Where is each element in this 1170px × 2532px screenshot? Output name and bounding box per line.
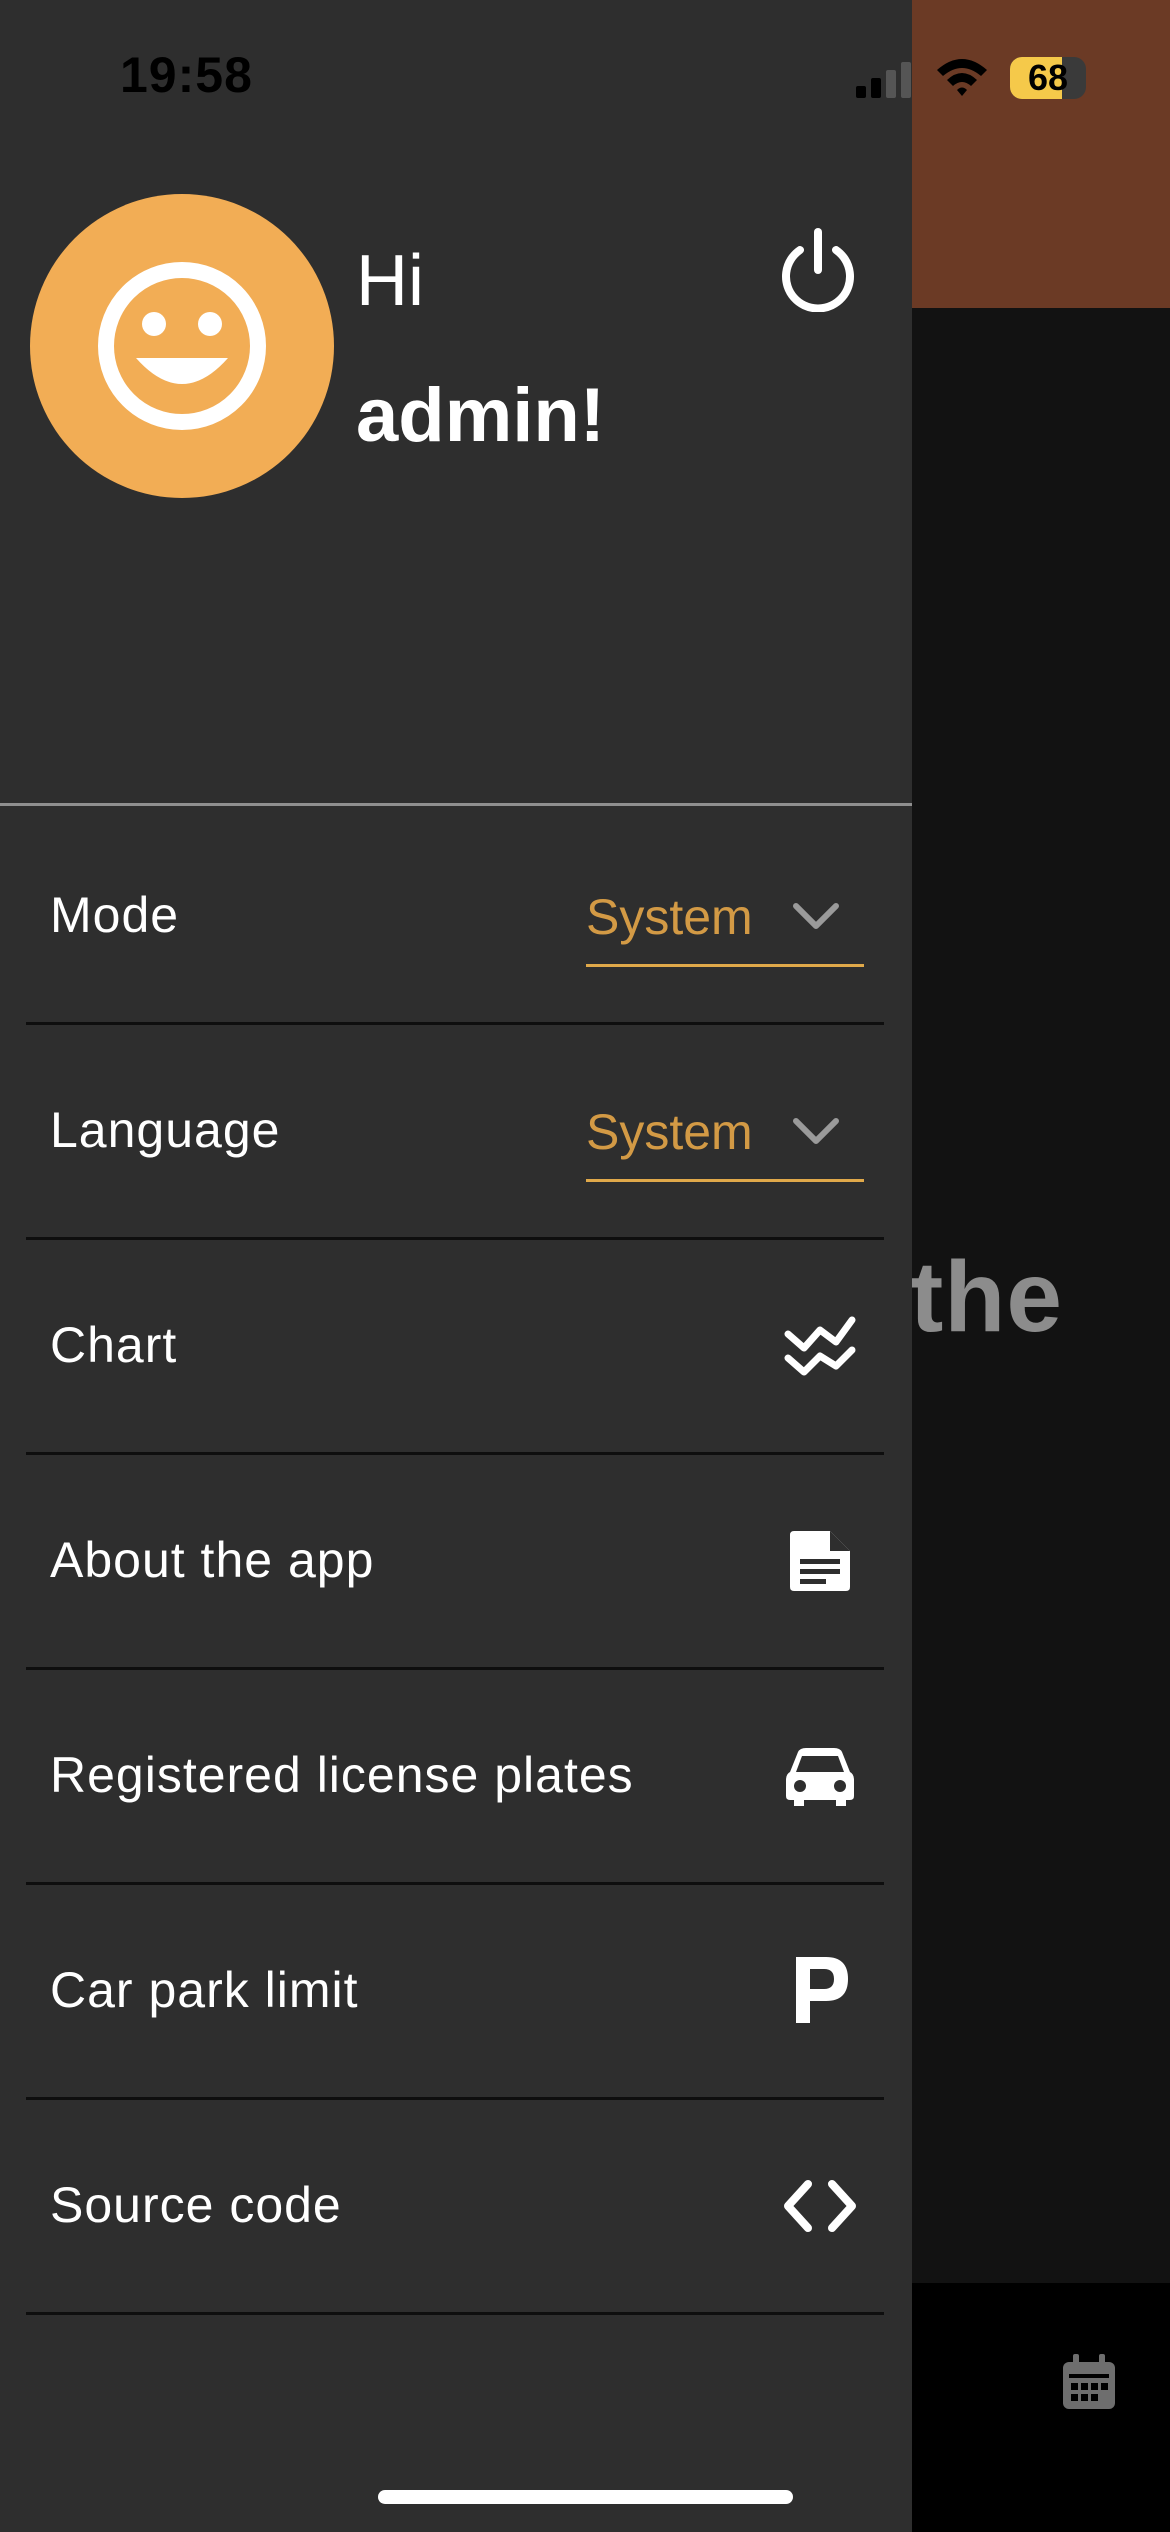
battery-percentage: 68 — [1027, 57, 1069, 98]
chevron-down-icon — [793, 903, 839, 929]
home-indicator — [378, 2490, 793, 2504]
mode-setting-row: Mode System — [26, 808, 884, 1025]
menu-item-license-plates[interactable]: Registered license plates — [26, 1668, 884, 1885]
navigation-drawer: Hi admin! Mode System Language System Ch… — [0, 0, 912, 2532]
parking-icon — [796, 1957, 848, 2023]
background-title-text: the — [910, 1241, 1063, 1353]
username-text: admin! — [356, 373, 606, 458]
mode-label: Mode — [50, 887, 180, 943]
language-dropdown[interactable]: System — [586, 1095, 864, 1182]
power-icon[interactable] — [778, 228, 858, 312]
menu-item-chart[interactable]: Chart — [26, 1238, 884, 1455]
greeting-text: Hi — [356, 241, 424, 321]
calendar-icon[interactable] — [1060, 2352, 1118, 2412]
language-setting-row: Language System — [26, 1023, 884, 1240]
car-icon — [786, 1748, 854, 1806]
chart-icon — [784, 1316, 856, 1376]
chevron-down-icon — [793, 1118, 839, 1144]
menu-item-car-park-limit[interactable]: Car park limit — [26, 1883, 884, 2100]
menu-item-label: Car park limit — [50, 1962, 359, 2018]
language-dropdown-value: System — [586, 1104, 753, 1160]
avatar — [30, 194, 334, 498]
menu-item-label: Registered license plates — [50, 1747, 634, 1803]
cellular-signal-icon — [856, 62, 911, 98]
header-divider — [0, 803, 912, 806]
menu-item-source-code[interactable]: Source code — [26, 2098, 884, 2315]
mode-dropdown-value: System — [586, 889, 753, 945]
wifi-icon — [937, 59, 987, 96]
language-label: Language — [50, 1102, 281, 1158]
menu-item-about[interactable]: About the app — [26, 1453, 884, 1670]
document-icon — [790, 1531, 850, 1591]
code-icon — [784, 2180, 856, 2232]
battery-indicator: 68 — [1010, 57, 1086, 99]
menu-item-label: Chart — [50, 1317, 178, 1373]
smiley-icon — [98, 262, 266, 430]
menu-item-label: Source code — [50, 2177, 342, 2233]
menu-item-label: About the app — [50, 1532, 375, 1588]
mode-dropdown[interactable]: System — [586, 880, 864, 967]
status-bar-time: 19:58 — [120, 47, 253, 103]
